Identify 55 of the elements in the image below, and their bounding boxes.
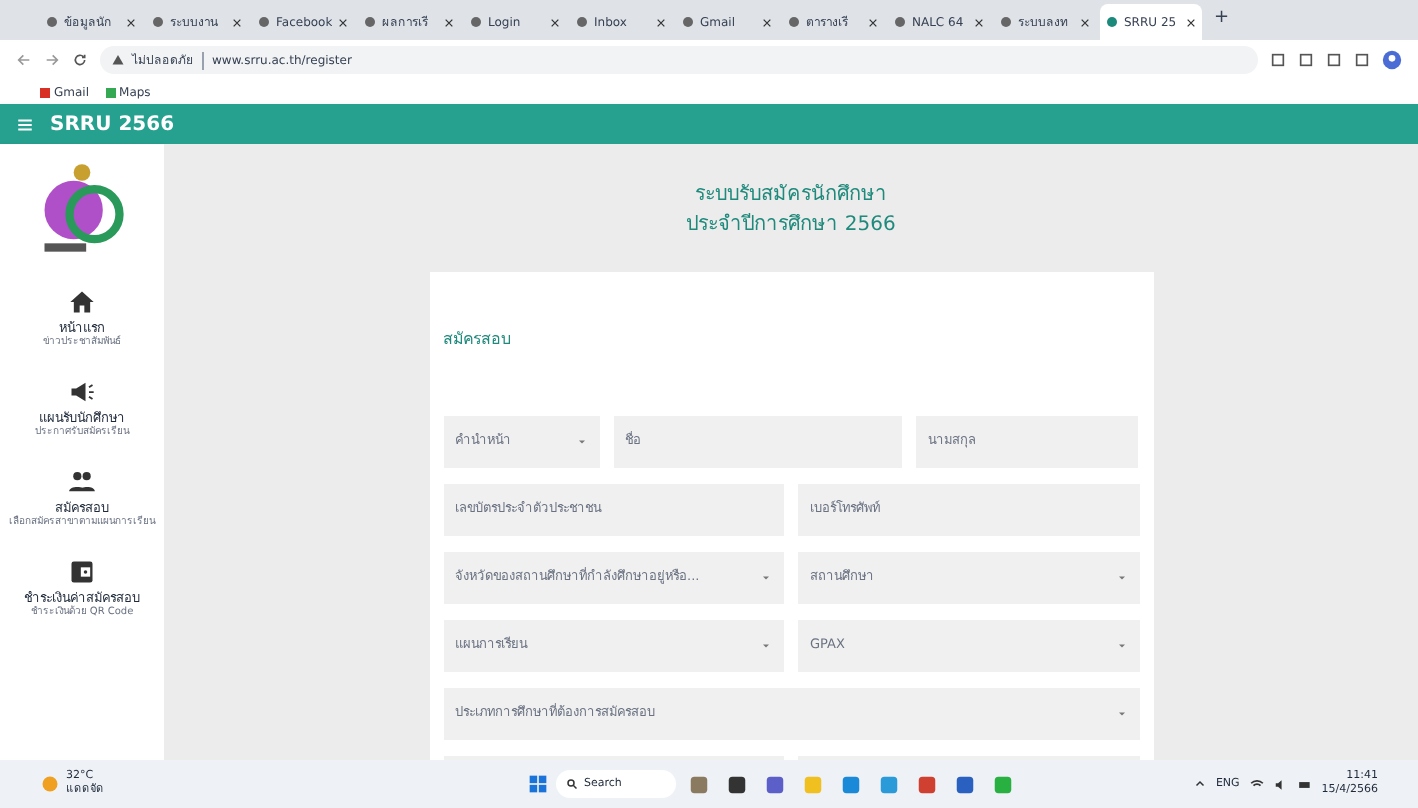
home-icon <box>68 288 96 316</box>
bookmark-icon <box>105 87 116 97</box>
bookmark-icon <box>40 87 50 97</box>
site-icon <box>576 16 588 28</box>
dropdown-caret-icon <box>1115 640 1127 652</box>
app-icon[interactable] <box>954 773 976 795</box>
back-icon[interactable] <box>16 52 32 68</box>
site-icon <box>1106 16 1118 28</box>
site-icon <box>152 16 164 28</box>
dropdown-caret-icon <box>1115 572 1127 584</box>
app-icon[interactable] <box>726 773 748 795</box>
close-icon <box>1080 17 1090 27</box>
site-icon <box>894 16 906 28</box>
reload-icon[interactable] <box>72 52 88 68</box>
app-title: SRRU 2566 <box>50 111 175 139</box>
dropdown-caret-icon <box>760 640 772 652</box>
start-icon[interactable] <box>528 774 548 794</box>
close-icon <box>550 17 560 27</box>
wallet-icon <box>68 558 96 586</box>
close-icon <box>444 17 454 27</box>
close-icon <box>232 17 242 27</box>
menu-icon[interactable] <box>16 115 34 133</box>
form-title: สมัครสอบ <box>443 328 513 352</box>
panel-icon[interactable] <box>1354 52 1370 68</box>
close-icon <box>868 17 878 27</box>
site-icon <box>470 16 482 28</box>
site-icon <box>364 16 376 28</box>
close-icon <box>974 17 984 27</box>
warning-icon <box>112 54 124 66</box>
close-icon <box>762 17 772 27</box>
app-icon[interactable] <box>764 773 786 795</box>
close-icon <box>338 17 348 27</box>
people-icon <box>68 468 96 496</box>
page-heading: ระบบรับสมัครนักศึกษา <box>694 182 887 210</box>
dropdown-caret-icon <box>1115 708 1127 720</box>
site-icon <box>1000 16 1012 28</box>
dropdown-caret-icon <box>760 572 772 584</box>
site-icon <box>682 16 694 28</box>
dropdown-caret-icon <box>575 436 588 448</box>
page-heading: ประจำปีการศึกษา 2566 <box>686 211 896 240</box>
site-icon <box>46 16 58 28</box>
close-icon <box>126 17 136 27</box>
chevron-up-icon[interactable] <box>1193 778 1206 790</box>
speaker-icon[interactable] <box>1273 777 1288 791</box>
site-icon <box>258 16 270 28</box>
profile-avatar-icon[interactable] <box>1382 50 1402 70</box>
sun-icon <box>40 774 60 794</box>
close-icon <box>656 17 666 27</box>
megaphone-icon <box>68 378 96 406</box>
close-icon <box>1186 17 1196 27</box>
search-icon <box>566 778 578 790</box>
forward-icon[interactable] <box>44 52 60 68</box>
site-icon <box>788 16 800 28</box>
wifi-icon[interactable] <box>1249 777 1264 791</box>
new-tab-button[interactable]: + <box>1206 6 1238 34</box>
